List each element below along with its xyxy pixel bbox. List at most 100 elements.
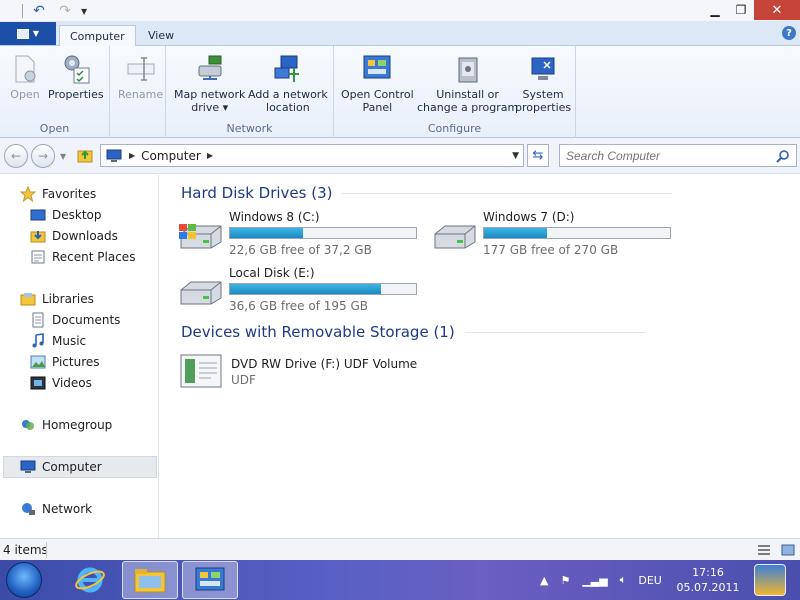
rename-button[interactable]: Rename	[118, 52, 163, 101]
drive-e[interactable]: Local Disk (E:) 36,6 GB free of 195 GB	[177, 266, 427, 318]
drive-name: Local Disk (E:)	[229, 266, 315, 280]
properties-button[interactable]: Properties	[48, 52, 104, 101]
dvd-drive-icon	[180, 354, 222, 388]
sidebar-item-music[interactable]: Music	[30, 331, 86, 351]
open-control-panel-button[interactable]: Open Control Panel	[341, 52, 414, 114]
details-view-icon[interactable]	[757, 544, 771, 556]
uninstall-program-button[interactable]: Uninstall or change a program	[417, 52, 518, 114]
address-bar[interactable]: ▶ Computer ▶ ▼	[100, 144, 524, 167]
recent-locations-dropdown[interactable]: ▼	[60, 152, 66, 161]
system-tray: ▲ ⚑ ▁▃▅ 🔈︎ DEU	[540, 560, 662, 600]
weather-gadget-icon[interactable]	[754, 564, 786, 596]
sidebar-item-desktop[interactable]: Desktop	[30, 205, 102, 225]
search-icon[interactable]	[776, 149, 790, 163]
open-icon	[15, 55, 36, 83]
computer-icon	[106, 149, 122, 162]
sidebar-item-computer[interactable]: Computer	[20, 457, 102, 477]
hard-drive-icon	[434, 225, 476, 249]
search-box[interactable]	[559, 144, 797, 167]
drive-free-space: 22,6 GB free of 37,2 GB	[229, 243, 372, 257]
window-controls: ▁ ❐ ✕	[702, 0, 800, 20]
group-label-open: Open	[39, 122, 70, 135]
ribbon-group-configure: Open Control Panel Uninstall or change a…	[334, 46, 576, 138]
chevron-down-icon: ▼	[32, 29, 40, 38]
ribbon-tab-row: ▼ Computer View ?	[0, 22, 800, 47]
sidebar-item-documents[interactable]: Documents	[30, 310, 120, 330]
clock[interactable]: 17:16 05.07.2011	[676, 565, 740, 595]
volume-icon[interactable]: 🔈︎	[620, 573, 627, 587]
internet-explorer-taskbar-button[interactable]	[62, 561, 118, 599]
breadcrumb-chevron-icon[interactable]: ▶	[207, 151, 213, 160]
sidebar-item-pictures[interactable]: Pictures	[30, 352, 100, 372]
drive-c[interactable]: Windows 8 (C:) 22,6 GB free of 37,2 GB	[177, 210, 427, 262]
sidebar-item-libraries[interactable]: Libraries	[20, 289, 94, 309]
input-language[interactable]: DEU	[638, 574, 661, 587]
ribbon-group-rename: Rename	[110, 46, 166, 138]
sidebar-item-videos[interactable]: Videos	[30, 373, 92, 393]
system-properties-button[interactable]: System properties	[515, 52, 571, 114]
desktop-icon	[30, 209, 46, 221]
sidebar-item-homegroup[interactable]: Homegroup	[20, 415, 112, 435]
drive-d[interactable]: Windows 7 (D:) 177 GB free of 270 GB	[431, 210, 681, 262]
item-count: 4 items	[3, 543, 48, 557]
forward-button[interactable]: →	[31, 144, 55, 168]
ribbon: Open Properties Open Rename Map network …	[0, 46, 800, 138]
sidebar-item-favorites[interactable]: Favorites	[20, 184, 96, 204]
start-button[interactable]	[6, 562, 42, 598]
ribbon-group-network: Map network drive ▾ Add a network locati…	[166, 46, 334, 138]
file-explorer-taskbar-button[interactable]	[122, 561, 178, 599]
drive-filesystem: UDF	[231, 373, 256, 387]
drive-usage-fill	[230, 228, 303, 238]
tab-view[interactable]: View	[138, 25, 184, 46]
star-icon	[20, 186, 36, 202]
refresh-button[interactable]: ⇆	[527, 144, 549, 167]
properties-icon	[64, 55, 90, 84]
up-folder-icon[interactable]	[76, 146, 94, 164]
back-button[interactable]: ←	[4, 144, 28, 168]
close-button[interactable]: ✕	[754, 0, 800, 20]
drive-f-dvd[interactable]: DVD RW Drive (F:) UDF Volume UDF	[179, 353, 479, 393]
address-dropdown-icon[interactable]: ▼	[512, 151, 519, 161]
sidebar-item-network[interactable]: Network	[20, 499, 92, 519]
section-header-removable-storage[interactable]: Devices with Removable Storage (1)	[181, 323, 645, 341]
group-label-configure: Configure	[427, 122, 482, 135]
drive-usage-fill	[230, 284, 381, 294]
title-bar: ↶ ↷ ▼ ▁ ❐ ✕	[0, 0, 800, 22]
sidebar-item-downloads[interactable]: Downloads	[30, 226, 118, 246]
qat-dropdown-icon[interactable]: ▼	[81, 7, 87, 16]
breadcrumb-chevron-icon[interactable]: ▶	[129, 151, 135, 160]
large-icons-view-icon[interactable]	[781, 544, 795, 556]
map-network-drive-icon	[198, 55, 222, 80]
maximize-button[interactable]: ❐	[728, 0, 754, 20]
folder-icon	[134, 569, 166, 593]
action-center-flag-icon[interactable]: ⚑	[560, 574, 570, 587]
minimize-button[interactable]: ▁	[702, 0, 728, 20]
pictures-icon	[30, 355, 46, 369]
show-hidden-icons-icon[interactable]: ▲	[540, 574, 548, 587]
status-divider	[46, 542, 47, 558]
drive-name: Windows 8 (C:)	[229, 210, 320, 224]
breadcrumb-computer[interactable]: Computer	[141, 149, 201, 163]
network-signal-icon[interactable]: ▁▃▅	[582, 574, 607, 587]
ribbon-group-open: Open Properties Open	[0, 46, 110, 138]
drive-free-space: 36,6 GB free of 195 GB	[229, 299, 368, 313]
status-bar: 4 items	[0, 538, 800, 560]
computer-icon	[20, 460, 36, 473]
search-input[interactable]	[566, 148, 766, 163]
section-divider	[342, 192, 673, 194]
recent-places-icon	[31, 250, 45, 264]
section-header-hard-disk-drives[interactable]: Hard Disk Drives (3)	[181, 184, 673, 202]
open-button[interactable]: Open	[8, 52, 42, 101]
music-icon	[32, 333, 44, 348]
videos-icon	[30, 376, 46, 390]
undo-icon[interactable]: ↶	[29, 2, 49, 20]
file-menu-button[interactable]: ▼	[0, 22, 56, 45]
add-network-location-button[interactable]: Add a network location	[248, 52, 328, 114]
drive-name: Windows 7 (D:)	[483, 210, 575, 224]
sidebar-item-recent-places[interactable]: Recent Places	[30, 247, 135, 267]
map-network-drive-button[interactable]: Map network drive ▾	[174, 52, 245, 114]
control-panel-taskbar-button[interactable]	[182, 561, 238, 599]
help-icon[interactable]: ?	[782, 26, 796, 40]
tab-computer[interactable]: Computer	[59, 25, 136, 47]
redo-icon[interactable]: ↷	[55, 2, 75, 20]
